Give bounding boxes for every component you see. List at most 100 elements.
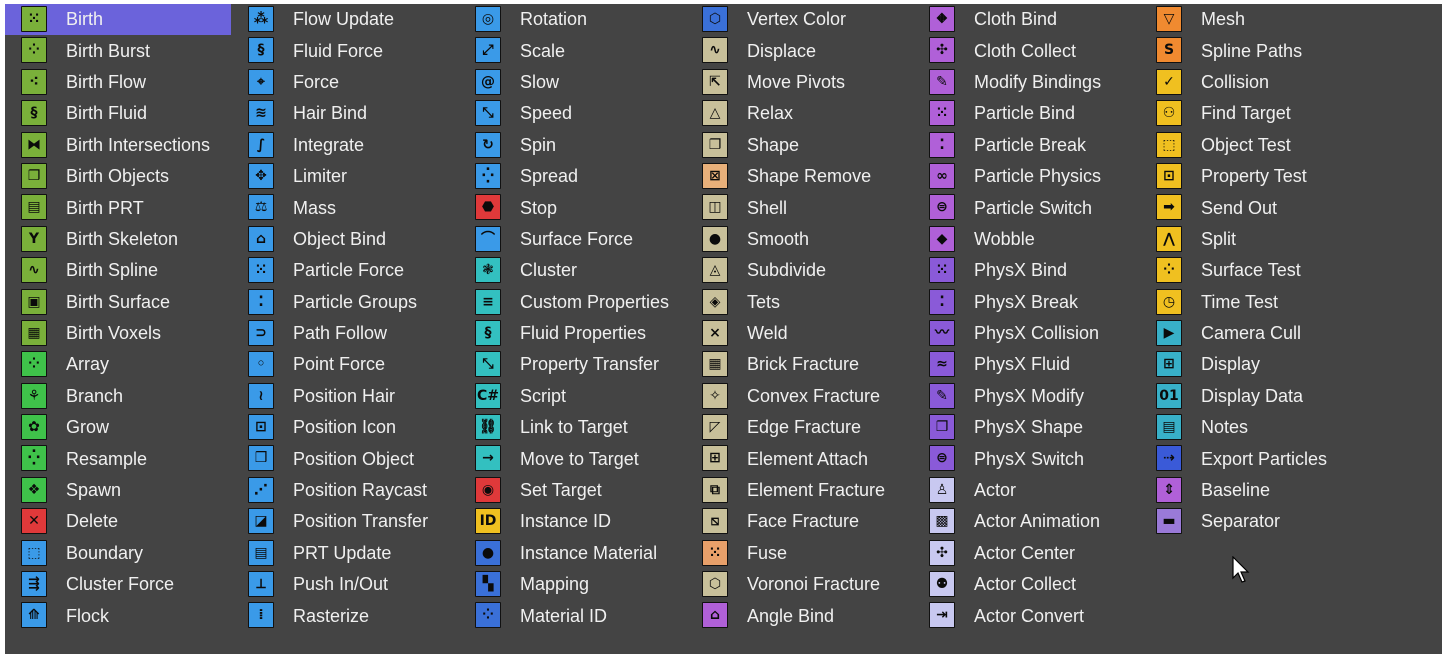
operator-item[interactable]: ⛓ Link to Target	[459, 412, 685, 443]
operator-item[interactable]: ◉ Set Target	[459, 475, 685, 506]
operator-item[interactable]: ✎ PhysX Modify	[913, 381, 1139, 412]
operator-item[interactable]: ▦ Brick Fracture	[686, 349, 912, 380]
operator-item[interactable]: ⌖ Force	[232, 67, 458, 98]
operator-item[interactable]: ⚇ Find Target	[1140, 98, 1366, 129]
operator-item[interactable]: ✓ Collision	[1140, 67, 1366, 98]
operator-item[interactable]: ⬚ Boundary	[5, 538, 231, 569]
operator-item[interactable]: ⋀ Split	[1140, 224, 1366, 255]
operator-item[interactable]: ⁘ Birth Burst	[5, 35, 231, 66]
operator-item[interactable]: △ Relax	[686, 98, 912, 129]
operator-item[interactable]: ⬚ Object Test	[1140, 130, 1366, 161]
operator-item[interactable]: ▤ PRT Update	[232, 538, 458, 569]
operator-item[interactable]: ⁛ Spread	[459, 161, 685, 192]
operator-item[interactable]: ⊃ Path Follow	[232, 318, 458, 349]
operator-item[interactable]: ⁙ Birth	[5, 4, 231, 36]
operator-item[interactable]: @ Slow	[459, 67, 685, 98]
operator-item[interactable]: ❐ PhysX Shape	[913, 412, 1139, 443]
operator-item[interactable]: ⬡ Voronoi Fracture	[686, 569, 912, 600]
operator-item[interactable]: ⁚ PhysX Break	[913, 287, 1139, 318]
operator-item[interactable]: ⌂ Angle Bind	[686, 600, 912, 631]
operator-item[interactable]: ✣ Actor Center	[913, 538, 1139, 569]
operator-item[interactable]: ⊡ Position Icon	[232, 412, 458, 443]
operator-item[interactable]: ◸ Edge Fracture	[686, 412, 912, 443]
operator-item[interactable]: ⤡ Speed	[459, 98, 685, 129]
operator-item[interactable]: ⌂ Object Bind	[232, 224, 458, 255]
operator-item[interactable]: ⧓ Birth Intersections	[5, 130, 231, 161]
operator-item[interactable]: ⟰ Flock	[5, 600, 231, 631]
operator-item[interactable]: C# Script	[459, 381, 685, 412]
operator-item[interactable]: ✧ Convex Fracture	[686, 381, 912, 412]
operator-item[interactable]: ⊞ Display	[1140, 349, 1366, 380]
operator-item[interactable]: ✥ Limiter	[232, 161, 458, 192]
operator-item[interactable]: ⁙ Fuse	[686, 538, 912, 569]
operator-item[interactable]: ◫ Shell	[686, 192, 912, 223]
operator-item[interactable]: ▦ Birth Voxels	[5, 318, 231, 349]
operator-item[interactable]: ✿ Grow	[5, 412, 231, 443]
operator-item[interactable]: ➡ Send Out	[1140, 192, 1366, 223]
operator-item[interactable]: → Move to Target	[459, 443, 685, 474]
operator-item[interactable]: ▬ Separator	[1140, 506, 1366, 537]
operator-item[interactable]: ⁙ PhysX Bind	[913, 255, 1139, 286]
operator-item[interactable]: ⤢ Scale	[459, 35, 685, 66]
operator-item[interactable]: ♙ Actor	[913, 475, 1139, 506]
operator-item[interactable]: S Spline Paths	[1140, 35, 1366, 66]
operator-item[interactable]: ⁘ Array	[5, 349, 231, 380]
operator-item[interactable]: ◪ Position Transfer	[232, 506, 458, 537]
operator-item[interactable]: ● Instance Material	[459, 538, 685, 569]
operator-item[interactable]: ⇶ Cluster Force	[5, 569, 231, 600]
operator-item[interactable]: 〰 PhysX Collision	[913, 318, 1139, 349]
operator-item[interactable]: ≡ Custom Properties	[459, 287, 685, 318]
operator-item[interactable]: ⟂ Push In/Out	[232, 569, 458, 600]
operator-item[interactable]: ⚉ Actor Collect	[913, 569, 1139, 600]
operator-item[interactable]: ⊞ Element Attach	[686, 443, 912, 474]
operator-item[interactable]: ⌒ Surface Force	[459, 224, 685, 255]
operator-item[interactable]: ⬣ Stop	[459, 192, 685, 223]
operator-item[interactable]: ◆ Wobble	[913, 224, 1139, 255]
operator-item[interactable]: ❐ Shape	[686, 130, 912, 161]
operator-item[interactable]: ⁞ Rasterize	[232, 600, 458, 631]
operator-item[interactable]: 01 Display Data	[1140, 381, 1366, 412]
operator-item[interactable]: ❖ Spawn	[5, 475, 231, 506]
operator-item[interactable]: ⁘ Material ID	[459, 600, 685, 631]
operator-item[interactable]: ▤ Birth PRT	[5, 192, 231, 223]
operator-item[interactable]: ◷ Time Test	[1140, 287, 1366, 318]
operator-item[interactable]: ✕ Delete	[5, 506, 231, 537]
operator-item[interactable]: ⁛ Resample	[5, 443, 231, 474]
operator-item[interactable]: ∞ Particle Physics	[913, 161, 1139, 192]
operator-item[interactable]: ⨯ Weld	[686, 318, 912, 349]
operator-item[interactable]: ⚖ Mass	[232, 192, 458, 223]
operator-item[interactable]: ⊡ Property Test	[1140, 161, 1366, 192]
operator-item[interactable]: ⁂ Flow Update	[232, 4, 458, 35]
operator-item[interactable]: ▽ Mesh	[1140, 4, 1366, 35]
operator-item[interactable]: ⁘ Surface Test	[1140, 255, 1366, 286]
operator-item[interactable]: ≈ PhysX Fluid	[913, 349, 1139, 380]
operator-item[interactable]: ID Instance ID	[459, 506, 685, 537]
operator-item[interactable]: ⊜ PhysX Switch	[913, 443, 1139, 474]
operator-item[interactable]: ▩ Actor Animation	[913, 506, 1139, 537]
operator-item[interactable]: ◦ Point Force	[232, 349, 458, 380]
operator-item[interactable]: ⬡ Vertex Color	[686, 4, 912, 35]
operator-item[interactable]: ⁚ Particle Groups	[232, 287, 458, 318]
operator-item[interactable]: ⊜ Particle Switch	[913, 192, 1139, 223]
operator-item[interactable]: § Birth Fluid	[5, 98, 231, 129]
operator-item[interactable]: ⤡ Property Transfer	[459, 349, 685, 380]
operator-item[interactable]: ⚘ Branch	[5, 381, 231, 412]
operator-item[interactable]: ⁖ Birth Flow	[5, 67, 231, 98]
operator-item[interactable]: ❐ Birth Objects	[5, 161, 231, 192]
operator-item[interactable]: ▣ Birth Surface	[5, 287, 231, 318]
operator-item[interactable]: ⇱ Move Pivots	[686, 67, 912, 98]
operator-item[interactable]: ∿ Birth Spline	[5, 255, 231, 286]
operator-item[interactable]: ▶ Camera Cull	[1140, 318, 1366, 349]
operator-item[interactable]: ⁚ Particle Break	[913, 130, 1139, 161]
operator-item[interactable]: § Fluid Force	[232, 35, 458, 66]
operator-item[interactable]: ∫ Integrate	[232, 130, 458, 161]
operator-item[interactable]: ⧅ Face Fracture	[686, 506, 912, 537]
operator-item[interactable]: ⋰ Position Raycast	[232, 475, 458, 506]
operator-item[interactable]: ✣ Cloth Collect	[913, 35, 1139, 66]
operator-item[interactable]: ⁙ Particle Bind	[913, 98, 1139, 129]
operator-item[interactable]: ⇕ Baseline	[1140, 475, 1366, 506]
operator-item[interactable]: ❒ Position Object	[232, 443, 458, 474]
operator-item[interactable]: ◎ Rotation	[459, 4, 685, 35]
operator-item[interactable]: ↻ Spin	[459, 130, 685, 161]
operator-item[interactable]: ◬ Subdivide	[686, 255, 912, 286]
